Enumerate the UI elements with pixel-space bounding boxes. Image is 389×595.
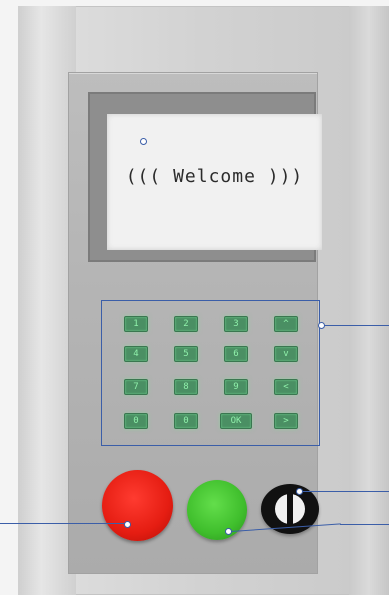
display-callout-dot: [140, 138, 147, 145]
stop-callout-line: [0, 523, 126, 524]
key-4[interactable]: 4: [124, 346, 148, 362]
key-switch-bar-icon: [287, 492, 293, 526]
housing-right-rail: [349, 6, 389, 595]
key-00[interactable]: 0: [174, 413, 198, 429]
key-6[interactable]: 6: [224, 346, 248, 362]
key-right[interactable]: >: [274, 413, 298, 429]
start-callout-line-b: [340, 524, 389, 525]
key-0[interactable]: 0: [124, 413, 148, 429]
key-up[interactable]: ^: [274, 316, 298, 332]
stop-callout-dot: [124, 521, 131, 528]
key-3[interactable]: 3: [224, 316, 248, 332]
keypad-callout-line: [324, 325, 389, 326]
key-left[interactable]: <: [274, 379, 298, 395]
stop-button[interactable]: [102, 470, 173, 541]
key-switch-callout-line: [302, 491, 389, 492]
key-7[interactable]: 7: [124, 379, 148, 395]
key-1[interactable]: 1: [124, 316, 148, 332]
welcome-message: ((( Welcome ))): [125, 166, 304, 187]
key-2[interactable]: 2: [174, 316, 198, 332]
key-9[interactable]: 9: [224, 379, 248, 395]
key-5[interactable]: 5: [174, 346, 198, 362]
key-8[interactable]: 8: [174, 379, 198, 395]
key-down[interactable]: v: [274, 346, 298, 362]
key-ok[interactable]: OK: [220, 413, 252, 429]
